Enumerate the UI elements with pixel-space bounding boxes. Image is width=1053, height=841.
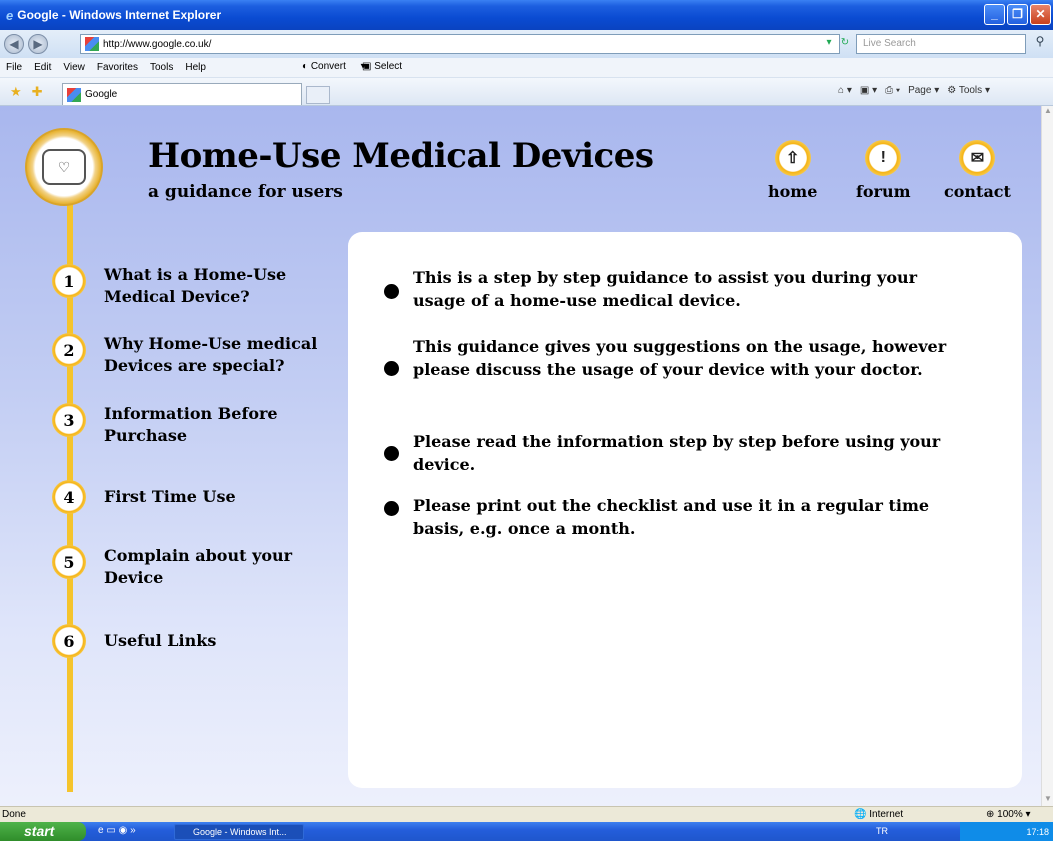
favorites-bar: ★ ✚ Google ⌂ ▾ ▣ ▾ ⎙ ▾ Page ▾ ⚙ Tools ▾ — [0, 78, 1053, 106]
menu-view[interactable]: View — [63, 62, 85, 73]
bullet-icon — [384, 284, 399, 299]
taskbar: start e ▭ ◉ » Google - Windows Int... TR… — [0, 822, 1053, 841]
sidebar-item-first-time[interactable]: 4 First Time Use — [52, 480, 344, 514]
menu-help[interactable]: Help — [185, 62, 206, 73]
scroll-up-icon[interactable]: ▲ — [1042, 106, 1053, 118]
page-menu[interactable]: Page ▾ — [908, 85, 939, 96]
restore-button[interactable]: ❐ — [1007, 4, 1028, 25]
dropdown-icon[interactable]: ▾ — [822, 35, 836, 51]
exclamation-icon: ! — [865, 140, 902, 176]
envelope-icon: ✉ — [959, 140, 996, 176]
menu-edit[interactable]: Edit — [34, 62, 51, 73]
address-field[interactable]: http://www.google.co.uk/ — [80, 34, 840, 54]
bullet-icon — [384, 361, 399, 376]
command-bar: ⌂ ▾ ▣ ▾ ⎙ ▾ Page ▾ ⚙ Tools ▾ — [838, 85, 990, 96]
window-title: Google - Windows Internet Explorer — [17, 8, 222, 22]
zone-indicator: 🌐 Internet — [854, 809, 904, 820]
menu-file[interactable]: File — [6, 62, 22, 73]
vertical-scrollbar[interactable]: ▲ ▼ — [1041, 106, 1053, 806]
content-panel: This is a step by step guidance to assis… — [348, 232, 1022, 788]
list-item: Please print out the checklist and use i… — [384, 494, 973, 540]
language-indicator[interactable]: TR — [876, 826, 888, 836]
sidebar-item-label: Complain about your Device — [104, 546, 293, 587]
sidebar-item-label: Information Before Purchase — [104, 404, 278, 445]
tab-google[interactable]: Google — [62, 83, 302, 105]
quick-launch[interactable]: e ▭ ◉ » — [98, 825, 136, 836]
menu-bar: File Edit View Favorites Tools Help ◐ Co… — [0, 58, 1053, 78]
taskbar-item-ie[interactable]: Google - Windows Int... — [174, 824, 304, 840]
sidebar-item-complain[interactable]: 5 Complain about your Device — [52, 545, 344, 589]
clock[interactable]: 17:18 — [1026, 827, 1049, 837]
sidebar-item-what-is[interactable]: 1 What is a Home-Use Medical Device? — [52, 264, 344, 308]
sidebar-item-label: What is a Home-Use Medical Device? — [104, 265, 287, 306]
new-tab-button[interactable] — [306, 86, 330, 104]
convert-button[interactable]: ◐ Convert ▾ — [302, 61, 366, 72]
back-button[interactable]: ◀ — [4, 34, 24, 54]
bullet-icon — [384, 446, 399, 461]
nav-home-label: home — [768, 182, 818, 201]
step-number: 5 — [52, 545, 86, 579]
search-icon[interactable]: ⚲ — [1030, 34, 1050, 54]
minimize-button[interactable]: _ — [984, 4, 1005, 25]
list-item: Please read the information step by step… — [384, 428, 973, 476]
nav-forum-label: forum — [856, 182, 911, 201]
ie-logo-icon: e — [6, 7, 14, 23]
menu-tools[interactable]: Tools — [150, 62, 173, 73]
sidebar-item-label: Why Home-Use medical Devices are special… — [104, 334, 318, 375]
favorites-star-icon[interactable]: ★ — [10, 84, 22, 100]
status-text: Done — [2, 809, 26, 820]
bullet-text: This is a step by step guidance to assis… — [413, 268, 918, 310]
site-logo[interactable]: ♡ — [25, 128, 103, 206]
system-tray: 17:18 — [960, 822, 1053, 841]
list-item: This is a step by step guidance to assis… — [384, 262, 973, 312]
refresh-icon[interactable]: ↻ — [838, 35, 852, 51]
start-button[interactable]: start — [0, 822, 86, 841]
bullet-icon — [384, 501, 399, 516]
sidebar-item-label: First Time Use — [104, 487, 236, 506]
nav-forum[interactable]: ! forum — [856, 140, 911, 201]
google-favicon-icon — [85, 37, 99, 51]
close-button[interactable]: ✕ — [1030, 4, 1051, 25]
status-bar: Done 🌐 Internet ⊕ 100% ▾ — [0, 806, 1053, 822]
web-page: ♡ Home-Use Medical Devices a guidance fo… — [0, 106, 1041, 806]
step-number: 6 — [52, 624, 86, 658]
nav-home[interactable]: ⇧ home — [768, 140, 817, 201]
live-search-input[interactable]: Live Search — [856, 34, 1026, 54]
step-number: 4 — [52, 480, 86, 514]
step-number: 1 — [52, 264, 86, 298]
menu-favorites[interactable]: Favorites — [97, 62, 138, 73]
blood-pressure-monitor-icon: ♡ — [42, 149, 86, 185]
nav-contact-label: contact — [944, 182, 1011, 201]
add-favorites-icon[interactable]: ✚ — [32, 84, 43, 100]
bullet-text: Please read the information step by step… — [413, 432, 941, 474]
address-bar-row: ◀ ▶ http://www.google.co.uk/ ▾ ↻ ✕ Live … — [0, 30, 1053, 58]
print-icon[interactable]: ⎙ ▾ — [885, 85, 900, 96]
feeds-icon[interactable]: ▣ ▾ — [860, 85, 877, 96]
google-favicon-icon — [67, 87, 81, 102]
window-titlebar: e Google - Windows Internet Explorer _ ❐… — [0, 0, 1053, 30]
list-item: This guidance gives you suggestions on t… — [384, 331, 973, 381]
sidebar-item-useful-links[interactable]: 6 Useful Links — [52, 624, 344, 658]
site-subtitle: a guidance for users — [148, 182, 343, 202]
tools-menu[interactable]: ⚙ Tools ▾ — [947, 85, 990, 96]
forward-button[interactable]: ▶ — [28, 34, 48, 54]
sidebar-item-before-purchase[interactable]: 3 Information Before Purchase — [52, 403, 344, 447]
site-title: Home-Use Medical Devices — [148, 136, 654, 176]
step-number: 3 — [52, 403, 86, 437]
home-toolbar-icon[interactable]: ⌂ ▾ — [838, 85, 852, 96]
scroll-down-icon[interactable]: ▼ — [1042, 794, 1053, 806]
sidebar-item-label: Useful Links — [104, 631, 217, 650]
tab-title: Google — [85, 89, 118, 100]
step-number: 2 — [52, 333, 86, 367]
zoom-control[interactable]: ⊕ 100% ▾ — [986, 809, 1031, 820]
sidebar-item-why-special[interactable]: 2 Why Home-Use medical Devices are speci… — [52, 333, 344, 377]
home-icon: ⇧ — [774, 140, 811, 176]
bullet-text: This guidance gives you suggestions on t… — [413, 337, 947, 379]
nav-contact[interactable]: ✉ contact — [944, 140, 1011, 201]
bullet-text: Please print out the checklist and use i… — [413, 496, 930, 538]
window-controls: _ ❐ ✕ — [984, 4, 1051, 25]
url-text: http://www.google.co.uk/ — [103, 38, 212, 50]
select-button[interactable]: ▣ Select — [362, 61, 414, 72]
